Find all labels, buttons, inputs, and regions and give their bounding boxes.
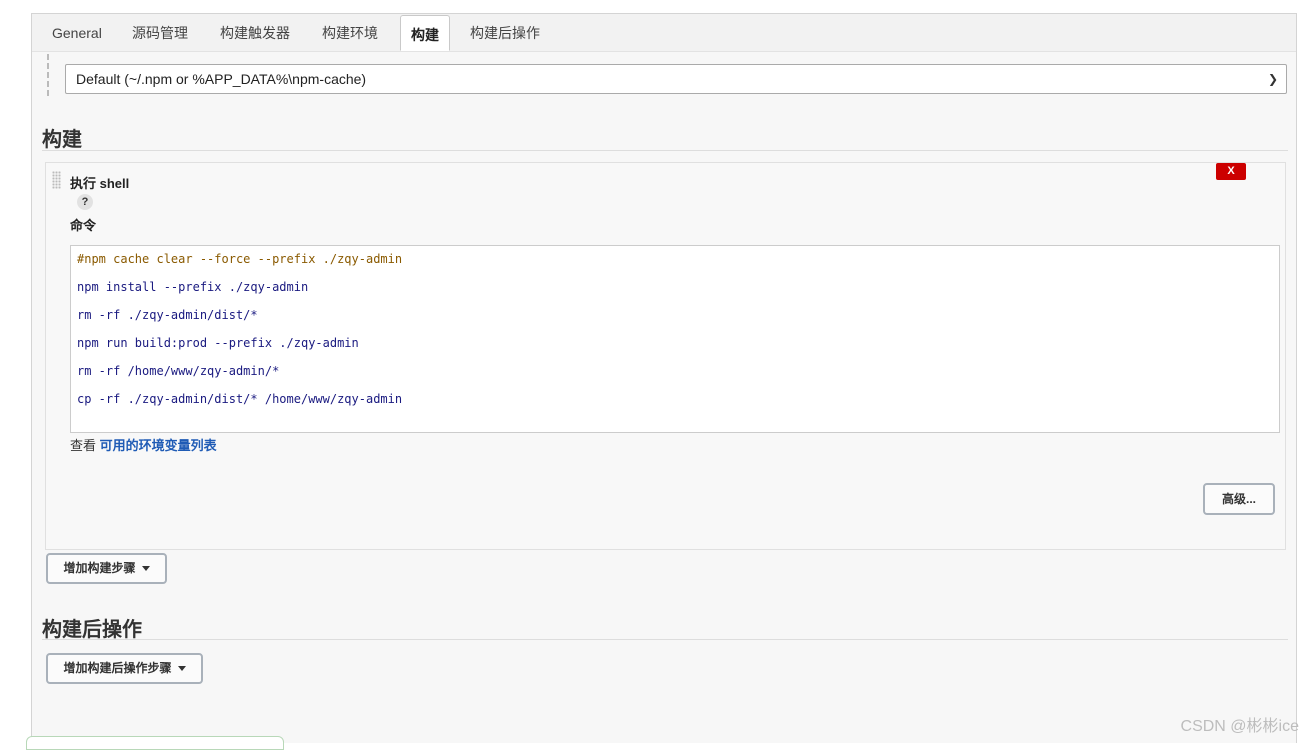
job-config-panel: General 源码管理 构建触发器 构建环境 构建 构建后操作 Default… xyxy=(31,13,1297,743)
execute-shell-step: 执行 shell X ? 命令 #npm cache clear --force… xyxy=(45,162,1286,550)
bottom-notification-edge xyxy=(26,736,284,750)
code-line: rm -rf /home/www/zqy-admin/* xyxy=(77,364,280,378)
caret-down-icon xyxy=(141,566,150,572)
code-line: #npm cache clear --force --prefix ./zqy-… xyxy=(77,252,403,266)
tab-environment[interactable]: 构建环境 xyxy=(322,14,378,51)
env-vars-hint: 查看 可用的环境变量列表 xyxy=(70,435,217,454)
add-build-step-button[interactable]: 增加构建步骤 xyxy=(46,553,167,584)
post-build-heading: 构建后操作 xyxy=(42,619,142,641)
code-line: npm install --prefix ./zqy-admin xyxy=(77,280,309,294)
code-line: rm -rf ./zqy-admin/dist/* xyxy=(77,308,258,322)
step-title: 执行 shell xyxy=(70,176,130,191)
help-icon[interactable]: ? xyxy=(77,194,93,210)
code-line: cp -rf ./zqy-admin/dist/* /home/www/zqy-… xyxy=(77,392,403,406)
env-vars-link[interactable]: 可用的环境变量列表 xyxy=(100,438,217,453)
advanced-button[interactable]: 高级... xyxy=(1203,483,1275,515)
tab-post-build[interactable]: 构建后操作 xyxy=(470,14,540,51)
tab-scm[interactable]: 源码管理 xyxy=(132,14,188,51)
env-vars-prefix: 查看 xyxy=(70,438,97,453)
command-label: 命令 xyxy=(70,218,97,233)
csdn-watermark: CSDN @彬彬ice xyxy=(1180,718,1299,735)
caret-down-icon xyxy=(177,666,186,672)
build-heading: 构建 xyxy=(42,129,82,151)
npm-cache-select[interactable]: Default (~/.npm or %APP_DATA%\npm-cache)… xyxy=(65,64,1287,94)
add-build-step-label: 增加构建步骤 xyxy=(63,561,136,575)
build-heading-rule xyxy=(42,150,1288,151)
tab-triggers[interactable]: 构建触发器 xyxy=(220,14,290,51)
add-post-build-step-button[interactable]: 增加构建后操作步骤 xyxy=(46,653,203,684)
tab-build[interactable]: 构建 xyxy=(400,15,450,51)
add-post-build-step-label: 增加构建后操作步骤 xyxy=(63,661,172,675)
chevron-down-icon: ❯ xyxy=(1267,72,1278,86)
tab-general[interactable]: General xyxy=(52,14,102,51)
section-divider-dashed xyxy=(47,54,49,96)
code-line: npm run build:prod --prefix ./zqy-admin xyxy=(77,336,359,350)
drag-handle-icon[interactable] xyxy=(52,171,61,189)
post-build-heading-rule xyxy=(42,639,1288,640)
npm-cache-select-value: Default (~/.npm or %APP_DATA%\npm-cache) xyxy=(76,71,367,87)
delete-step-button[interactable]: X xyxy=(1216,163,1246,180)
command-textarea[interactable]: #npm cache clear --force --prefix ./zqy-… xyxy=(70,245,1280,433)
config-tabs: General 源码管理 构建触发器 构建环境 构建 构建后操作 xyxy=(32,14,1296,52)
